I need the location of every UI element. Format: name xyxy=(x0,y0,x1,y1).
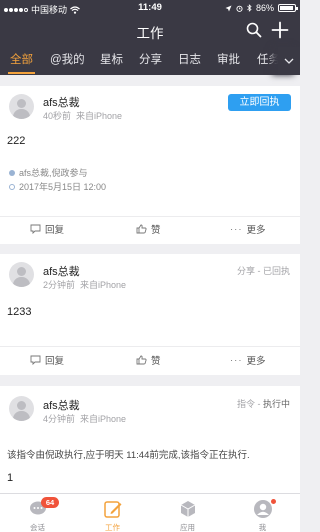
thumbs-up-icon xyxy=(136,224,147,234)
divider xyxy=(0,346,300,347)
tab-all[interactable]: 全部 xyxy=(8,47,35,75)
post-meta: 2分钟前 来自iPhone xyxy=(43,280,127,290)
tab-task[interactable]: 任务 xyxy=(257,47,280,75)
more-button[interactable]: ··· 更多 xyxy=(230,348,266,372)
tab-label: 我 xyxy=(258,523,267,532)
post-card[interactable]: afs总裁 40秒前 来自iPhone 立即回执 222 afs总裁,倪政参与 … xyxy=(0,86,300,244)
post-card[interactable]: afs总裁 4分钟前 来自iPhone 指令 - 执行中 该指令由倪政执行,应于… xyxy=(0,386,300,493)
search-icon[interactable] xyxy=(246,22,262,38)
more-button[interactable]: ··· 更多 xyxy=(230,217,266,241)
avatar[interactable] xyxy=(9,262,34,287)
post-status: 分享 - 已回执 xyxy=(236,266,290,276)
post-content-extra: 1 xyxy=(7,472,14,484)
clock-icon xyxy=(9,183,15,190)
location-icon xyxy=(225,5,232,11)
like-button[interactable]: 赞 xyxy=(136,348,161,372)
unread-badge: 64 xyxy=(41,497,59,508)
add-icon[interactable] xyxy=(271,21,289,39)
bottom-tab-bar: 64 会话 工作 应用 我 xyxy=(0,493,300,532)
tab-log[interactable]: 日志 xyxy=(178,47,201,75)
tabs-more[interactable] xyxy=(278,47,300,75)
post-content: 222 xyxy=(7,135,26,147)
tab-work[interactable]: 工作 xyxy=(75,494,150,532)
participants-line: afs总裁,倪政参与 xyxy=(9,166,88,179)
post-author[interactable]: afs总裁 xyxy=(43,397,80,413)
comment-icon xyxy=(30,355,41,365)
cube-icon xyxy=(180,501,196,517)
tab-share[interactable]: 分享 xyxy=(139,47,162,75)
post-author[interactable]: afs总裁 xyxy=(43,94,80,110)
post-meta: 4分钟前 来自iPhone xyxy=(43,414,127,424)
post-meta: 40秒前 来自iPhone xyxy=(43,111,123,121)
reply-button[interactable]: 回复 xyxy=(30,348,64,372)
tab-label: 会话 xyxy=(30,523,45,532)
post-content: 该指令由倪政执行,应于明天 11:44前完成,该指令正在执行. xyxy=(7,450,250,461)
post-card[interactable]: afs总裁 2分钟前 来自iPhone 分享 - 已回执 1233 回复 赞 ·… xyxy=(0,254,300,375)
tab-label: 工作 xyxy=(105,523,120,532)
filter-tabs: 全部 @我的 星标 分享 日志 审批 任务 xyxy=(0,47,300,75)
post-actions: 回复 赞 ··· 更多 xyxy=(0,348,300,372)
comment-icon xyxy=(30,224,41,234)
post-author[interactable]: afs总裁 xyxy=(43,263,80,279)
edit-icon xyxy=(104,501,122,518)
avatar[interactable] xyxy=(9,94,34,119)
battery-percent: 86% xyxy=(255,3,274,13)
reply-button[interactable]: 回复 xyxy=(30,217,64,241)
tab-chat[interactable]: 64 会话 xyxy=(0,494,75,532)
tab-approval[interactable]: 审批 xyxy=(217,47,240,75)
people-icon xyxy=(9,169,15,176)
app-screen: 中国移动 11:49 86% 工作 全部 @我的 星标 分享 日志 审批 任务 xyxy=(0,0,300,532)
post-actions: 回复 赞 ··· 更多 xyxy=(0,217,300,241)
tab-label: 应用 xyxy=(180,523,195,532)
alarm-icon xyxy=(236,5,243,12)
avatar[interactable] xyxy=(9,396,34,421)
top-header: 中国移动 11:49 86% 工作 xyxy=(0,0,300,47)
post-status: 指令 - 执行中 xyxy=(236,399,290,409)
thumbs-up-icon xyxy=(136,355,147,365)
status-bar: 中国移动 11:49 86% xyxy=(0,0,300,16)
like-button[interactable]: 赞 xyxy=(136,217,161,241)
chevron-down-icon xyxy=(284,58,294,64)
tab-mentions[interactable]: @我的 xyxy=(50,47,85,75)
tab-starred[interactable]: 星标 xyxy=(100,47,123,75)
ellipsis-icon: ··· xyxy=(230,354,243,366)
datetime-line: 2017年5月15日 12:00 xyxy=(9,180,106,193)
post-content: 1233 xyxy=(7,306,32,318)
person-icon xyxy=(254,500,272,518)
notification-dot xyxy=(271,499,276,504)
ellipsis-icon: ··· xyxy=(230,223,243,235)
bluetooth-icon xyxy=(247,4,252,12)
tab-me[interactable]: 我 xyxy=(225,494,300,532)
receipt-button[interactable]: 立即回执 xyxy=(228,94,291,111)
battery-icon xyxy=(278,4,298,12)
tab-apps[interactable]: 应用 xyxy=(150,494,225,532)
